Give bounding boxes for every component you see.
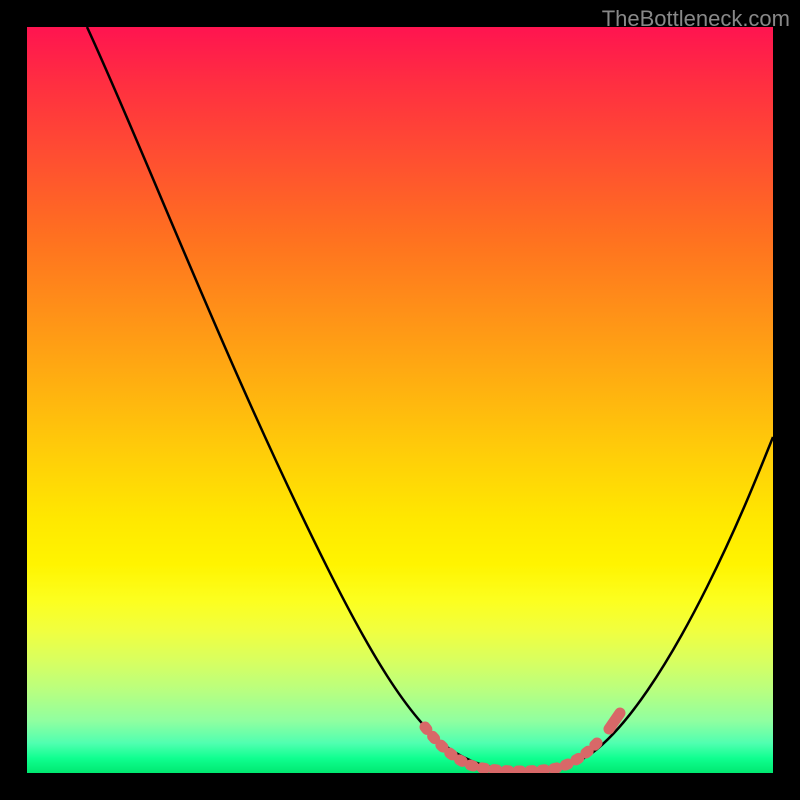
watermark-text: TheBottleneck.com: [602, 6, 790, 32]
bottleneck-curve-line: [87, 27, 773, 771]
valley-highlight-segment: [425, 727, 597, 771]
bottleneck-chart: [27, 27, 773, 773]
